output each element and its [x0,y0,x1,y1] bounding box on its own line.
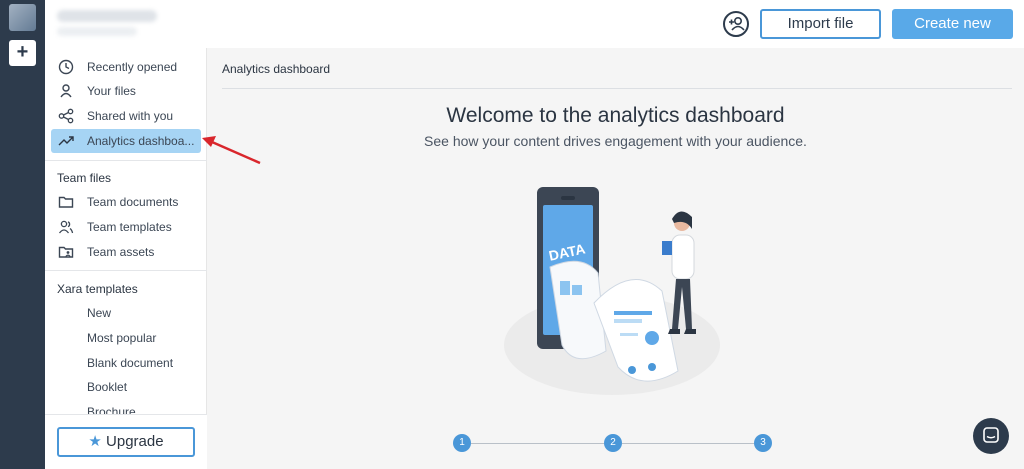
clock-icon [58,59,74,75]
sidebar-item-label: Team documents [87,195,179,209]
sidebar-divider [45,160,207,161]
sidebar-item-label: Blank document [87,356,174,370]
sidebar-item-template-new[interactable]: New [51,301,201,325]
chat-support-button[interactable] [973,418,1009,454]
title-divider [222,88,1012,89]
sidebar-item-shared-with-you[interactable]: Shared with you [51,104,201,128]
sidebar-item-template-booklet[interactable]: Booklet [51,375,201,399]
star-icon: ★ [88,433,102,450]
workspace-avatar[interactable] [9,4,36,31]
create-new-button[interactable]: Create new [892,9,1013,39]
step-connector [622,443,754,444]
sidebar-item-label: Shared with you [87,109,174,123]
folder-icon [58,196,74,208]
team-files-heading: Team files [57,171,112,185]
sidebar-item-label: Your files [87,84,136,98]
sidebar: Recently opened Your files Shared with y… [45,48,207,469]
step-connector [471,443,604,444]
sidebar-item-team-templates[interactable]: Team templates [51,215,201,239]
step-2[interactable]: 2 [604,434,622,452]
sidebar-item-label: Analytics dashboa... [87,134,195,148]
step-1[interactable]: 1 [453,434,471,452]
sidebar-item-template-blank-document[interactable]: Blank document [51,351,201,375]
sidebar-item-label: Booklet [87,380,128,394]
account-email [57,27,137,36]
sidebar-item-team-assets[interactable]: Team assets [51,240,201,264]
page-title: Analytics dashboard [222,62,331,76]
sidebar-item-label: Team assets [87,245,155,259]
upgrade-panel: ★ Upgrade [45,414,207,469]
data-illustration: DATA [504,187,720,395]
upgrade-label: Upgrade [106,433,164,450]
trend-icon [58,136,74,146]
sidebar-item-template-most-popular[interactable]: Most popular [51,326,201,350]
users-icon [58,220,74,234]
share-icon [58,108,74,124]
upgrade-button[interactable]: ★ Upgrade [57,427,195,457]
add-workspace-button[interactable]: + [9,40,36,66]
add-user-icon [729,17,745,31]
sidebar-item-your-files[interactable]: Your files [51,79,201,103]
xara-templates-heading: Xara templates [57,282,138,296]
sidebar-item-analytics-dashboard[interactable]: Analytics dashboa... [51,129,201,153]
sidebar-item-label: New [87,306,112,320]
sidebar-item-team-documents[interactable]: Team documents [51,190,201,214]
step-3[interactable]: 3 [754,434,772,452]
chat-icon [983,427,999,443]
sidebar-item-label: Recently opened [87,60,178,74]
sidebar-item-label: Most popular [87,331,157,345]
folder-user-icon [58,246,74,258]
sidebar-item-label: Team templates [87,220,172,234]
user-icon [60,84,72,98]
import-file-button[interactable]: Import file [760,9,881,39]
account-name[interactable] [57,10,157,22]
sidebar-divider [45,270,207,271]
app-rail: + [0,0,45,469]
welcome-heading: Welcome to the analytics dashboard [446,104,785,127]
top-bar: Import file Create new [45,0,1024,48]
invite-user-button[interactable] [723,11,749,37]
sidebar-item-recently-opened[interactable]: Recently opened [51,55,201,79]
main-content: Analytics dashboard Welcome to the analy… [207,48,1024,469]
onboarding-steps: 1 2 3 [453,434,783,454]
welcome-subtitle: See how your content drives engagement w… [424,133,807,149]
